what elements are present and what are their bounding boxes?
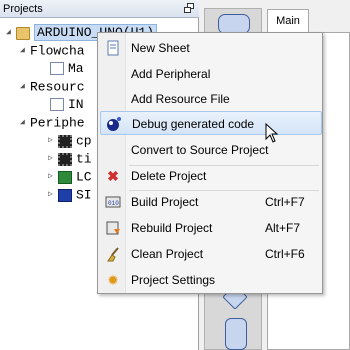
tree-item-flowchart-main[interactable]: Ma bbox=[50, 60, 84, 78]
sd-card-icon bbox=[58, 188, 72, 202]
delete-icon: ✖ bbox=[107, 168, 119, 184]
expand-icon[interactable]: ◢ bbox=[20, 78, 30, 96]
menu-item-shortcut: Ctrl+F7 bbox=[265, 195, 305, 209]
collapse-icon[interactable]: ▷ bbox=[48, 132, 58, 150]
tree-item-flowchart[interactable]: ◢ Flowcha bbox=[20, 42, 85, 60]
tree-item-label: SI bbox=[76, 187, 92, 203]
tree-item-peripheral-1[interactable]: ▷ cp bbox=[48, 132, 92, 150]
collapse-icon[interactable]: ▷ bbox=[48, 168, 58, 186]
tree-item-peripheral-3[interactable]: ▷ LC bbox=[48, 168, 92, 186]
menu-item-build-project[interactable]: 010 Build Project Ctrl+F7 bbox=[100, 190, 322, 214]
app-window: Projects ◢ ARDUINO_UNO(U1) ◢ Flowcha Ma ◢ R… bbox=[0, 0, 350, 350]
chip-icon bbox=[58, 152, 72, 166]
menu-item-debug-generated-code[interactable]: Debug generated code bbox=[100, 111, 322, 135]
tab-main[interactable]: Main bbox=[267, 9, 309, 33]
restore-icon[interactable] bbox=[184, 3, 195, 14]
tree-item-resource-file[interactable]: IN bbox=[50, 96, 84, 114]
tree-item-label: IN bbox=[68, 97, 84, 112]
tree-item-label: ti bbox=[76, 151, 92, 167]
expand-icon[interactable]: ◢ bbox=[20, 42, 30, 60]
folder-icon bbox=[16, 26, 30, 40]
tree-item-label: Flowcha bbox=[30, 43, 85, 59]
menu-item-label: New Sheet bbox=[131, 41, 190, 55]
new-sheet-icon bbox=[105, 40, 121, 56]
file-icon bbox=[50, 98, 64, 112]
mouse-pointer-icon bbox=[265, 122, 279, 143]
menu-item-shortcut: Ctrl+F6 bbox=[265, 247, 305, 261]
menu-item-label: Add Resource File bbox=[131, 92, 230, 106]
menu-item-delete-project[interactable]: ✖ Delete Project bbox=[100, 164, 322, 188]
build-icon: 010 bbox=[105, 194, 121, 210]
menu-item-add-peripheral[interactable]: Add Peripheral bbox=[100, 62, 322, 86]
expand-icon[interactable]: ◢ bbox=[20, 114, 30, 132]
menu-item-label: Add Peripheral bbox=[131, 67, 211, 81]
tree-item-resources[interactable]: ◢ Resourc bbox=[20, 78, 85, 96]
tree-item-label: LC bbox=[76, 169, 92, 185]
context-menu: New Sheet Add Peripheral Add Resource Fi… bbox=[97, 32, 323, 294]
menu-item-shortcut: Alt+F7 bbox=[265, 221, 301, 235]
lcd-icon bbox=[58, 170, 72, 184]
panel-title: Projects bbox=[3, 3, 43, 15]
tree-item-peripheral-4[interactable]: ▷ SI bbox=[48, 186, 92, 204]
menu-item-label: Convert to Source Project bbox=[131, 143, 269, 157]
menu-item-add-resource-file[interactable]: Add Resource File bbox=[100, 87, 322, 111]
debug-icon bbox=[106, 116, 122, 132]
panel-title-bar: Projects bbox=[0, 0, 199, 18]
menu-item-label: Debug generated code bbox=[132, 117, 255, 131]
rebuild-icon bbox=[105, 220, 121, 236]
chip-icon bbox=[58, 134, 72, 148]
menu-item-label: Clean Project bbox=[131, 247, 204, 261]
tree-item-label: cp bbox=[76, 133, 92, 149]
menu-item-new-sheet[interactable]: New Sheet bbox=[100, 36, 322, 60]
menu-item-label: Build Project bbox=[131, 195, 199, 209]
menu-item-label: Project Settings bbox=[131, 273, 216, 287]
tree-item-label: Periphe bbox=[30, 115, 85, 131]
gear-icon: ✹ bbox=[107, 272, 119, 288]
collapse-icon[interactable]: ▷ bbox=[48, 150, 58, 168]
terminator-shape-tool[interactable] bbox=[218, 14, 250, 34]
tree-item-peripherals[interactable]: ◢ Periphe bbox=[20, 114, 85, 132]
broom-icon bbox=[105, 246, 121, 262]
menu-item-label: Rebuild Project bbox=[131, 221, 213, 235]
menu-item-convert-to-source[interactable]: Convert to Source Project bbox=[100, 138, 322, 162]
menu-item-rebuild-project[interactable]: Rebuild Project Alt+F7 bbox=[100, 216, 322, 240]
menu-item-clean-project[interactable]: Clean Project Ctrl+F6 bbox=[100, 242, 322, 266]
svg-text:010: 010 bbox=[108, 200, 119, 207]
process-shape-tool[interactable] bbox=[225, 318, 247, 350]
tree-item-peripheral-2[interactable]: ▷ ti bbox=[48, 150, 92, 168]
tree-item-label: Resourc bbox=[30, 79, 85, 95]
menu-item-label: Delete Project bbox=[131, 169, 207, 183]
expand-icon[interactable]: ◢ bbox=[6, 24, 16, 42]
collapse-icon[interactable]: ▷ bbox=[48, 186, 58, 204]
file-icon bbox=[50, 62, 64, 76]
menu-item-project-settings[interactable]: ✹ Project Settings bbox=[100, 268, 322, 292]
tree-item-label: Ma bbox=[68, 61, 84, 76]
